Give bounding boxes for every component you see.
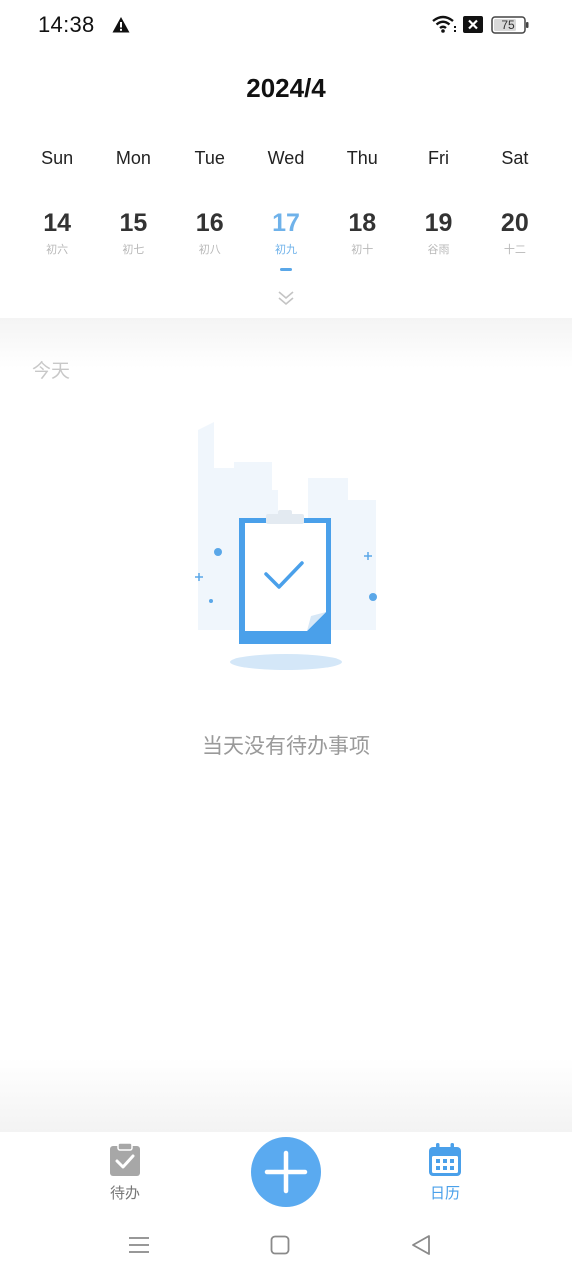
day-number: 14	[43, 209, 72, 237]
day-number: 19	[424, 209, 453, 237]
back-icon[interactable]	[410, 1234, 432, 1256]
weekday-label: Wed	[267, 148, 305, 168]
lunar-date: 谷雨	[427, 244, 450, 256]
wifi-icon	[432, 15, 456, 33]
battery-level: 75	[501, 18, 515, 32]
weekday-label: Fri	[428, 148, 450, 168]
weekday-label: Sat	[501, 148, 529, 168]
system-nav-bar	[0, 1216, 572, 1280]
agenda-panel: 今天 当天没有待办事项	[0, 318, 572, 1132]
expand-chevron-icon[interactable]	[277, 290, 295, 306]
day-cell-selected[interactable]: 17 初九	[248, 207, 324, 279]
lunar-date: 初六	[46, 244, 69, 256]
status-bar: 14:38 75	[0, 0, 572, 50]
week-day-row: 14 初六 15 初七 16 初八 17 初九 18 初十 19 谷雨 20 十…	[19, 207, 553, 279]
lunar-date: 十二	[503, 244, 526, 256]
todo-checklist-icon	[110, 1142, 140, 1176]
weekday-label: Tue	[194, 148, 225, 168]
menu-icon[interactable]	[128, 1235, 150, 1255]
home-icon[interactable]	[270, 1235, 290, 1255]
nav-tab-calendar[interactable]: 日历	[420, 1142, 470, 1206]
lunar-date: 初八	[198, 244, 221, 256]
day-cell[interactable]: 19 谷雨	[400, 207, 476, 279]
section-label: 今天	[32, 361, 71, 382]
alert-icon	[112, 17, 130, 33]
add-task-button[interactable]	[251, 1137, 321, 1207]
nav-tab-todo[interactable]: 待办	[100, 1142, 150, 1206]
weekday-label: Mon	[115, 148, 151, 168]
nav-calendar-label: 日历	[429, 1185, 460, 1202]
weekday-header: Sun Mon Tue Wed Thu Fri Sat	[19, 148, 553, 169]
nav-todo-label: 待办	[109, 1185, 140, 1202]
day-cell[interactable]: 18 初十	[324, 207, 400, 279]
day-number: 17	[272, 209, 300, 237]
weekday-label: Thu	[346, 148, 378, 168]
day-cell[interactable]: 20 十二	[477, 207, 553, 279]
day-number: 20	[500, 209, 529, 237]
day-number: 16	[195, 209, 224, 237]
day-cell[interactable]: 15 初七	[95, 207, 171, 279]
bottom-nav: 待办 日历	[0, 1132, 572, 1216]
day-cell[interactable]: 16 初八	[172, 207, 248, 279]
lunar-date: 初七	[122, 244, 145, 256]
lunar-date: 初十	[351, 244, 374, 256]
no-sim-icon	[463, 16, 483, 33]
screen: 14:38 75 2024/4 Sun Mon Tue Wed Thu Fri …	[0, 0, 572, 1280]
month-title[interactable]: 2024/4	[0, 73, 572, 104]
selected-day-indicator	[279, 268, 292, 271]
calendar-icon	[429, 1143, 461, 1176]
day-cell[interactable]: 14 初六	[19, 207, 95, 279]
status-time: 14:38	[38, 12, 95, 37]
plus-icon	[264, 1150, 308, 1194]
empty-state-message: 当天没有待办事项	[202, 735, 370, 758]
day-number: 18	[348, 209, 377, 237]
weekday-label: Sun	[41, 148, 74, 168]
empty-clipboard-illustration	[195, 422, 377, 670]
lunar-date: 初九	[274, 244, 297, 256]
day-number: 15	[119, 209, 148, 237]
